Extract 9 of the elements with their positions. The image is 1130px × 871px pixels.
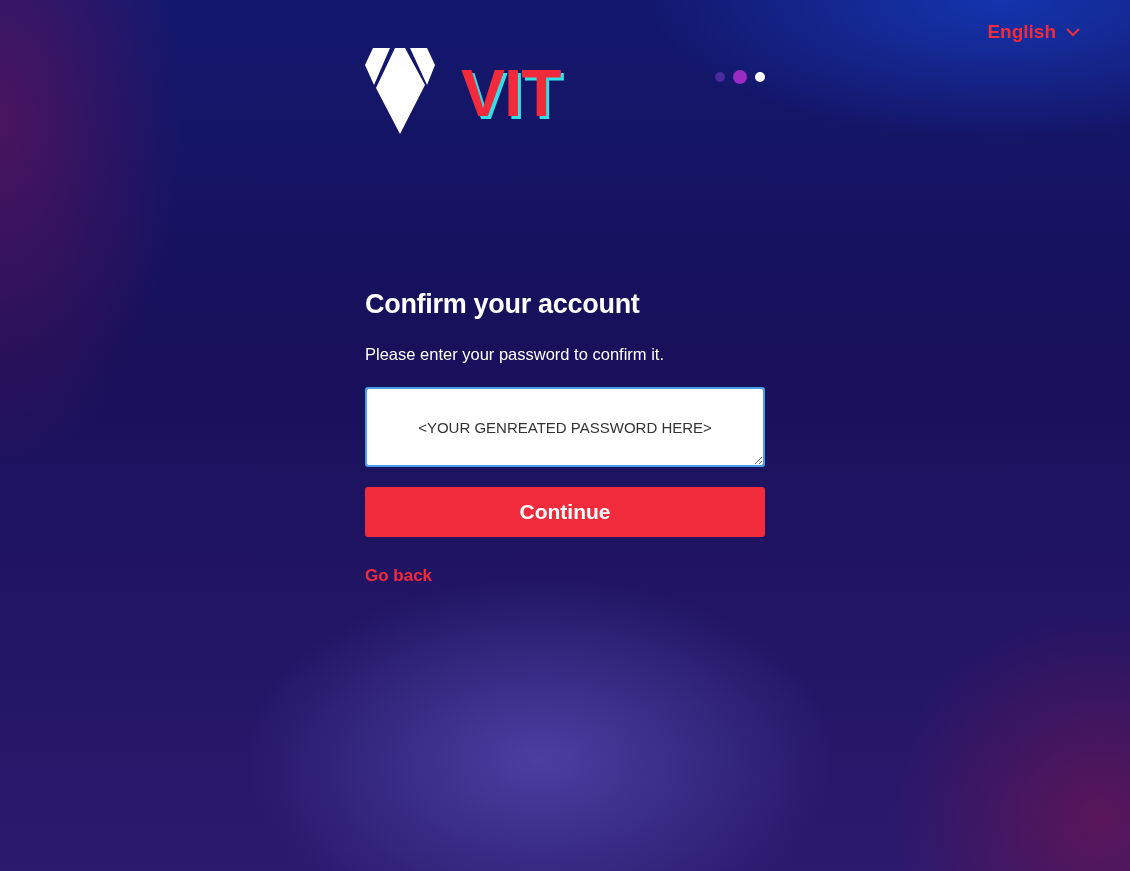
language-dropdown[interactable]: English	[987, 18, 1080, 47]
go-back-link[interactable]: Go back	[365, 563, 433, 589]
diamond-logo-icon	[365, 48, 435, 134]
logo-text: VIT	[461, 60, 561, 126]
password-field[interactable]: <YOUR GENREATED PASSWORD HERE>	[365, 387, 765, 468]
page-heading: Confirm your account	[365, 288, 641, 321]
chevron-down-icon	[1066, 27, 1080, 37]
instruction-text: Please enter your password to confirm it.	[365, 344, 665, 366]
continue-button[interactable]: Continue	[365, 487, 765, 538]
